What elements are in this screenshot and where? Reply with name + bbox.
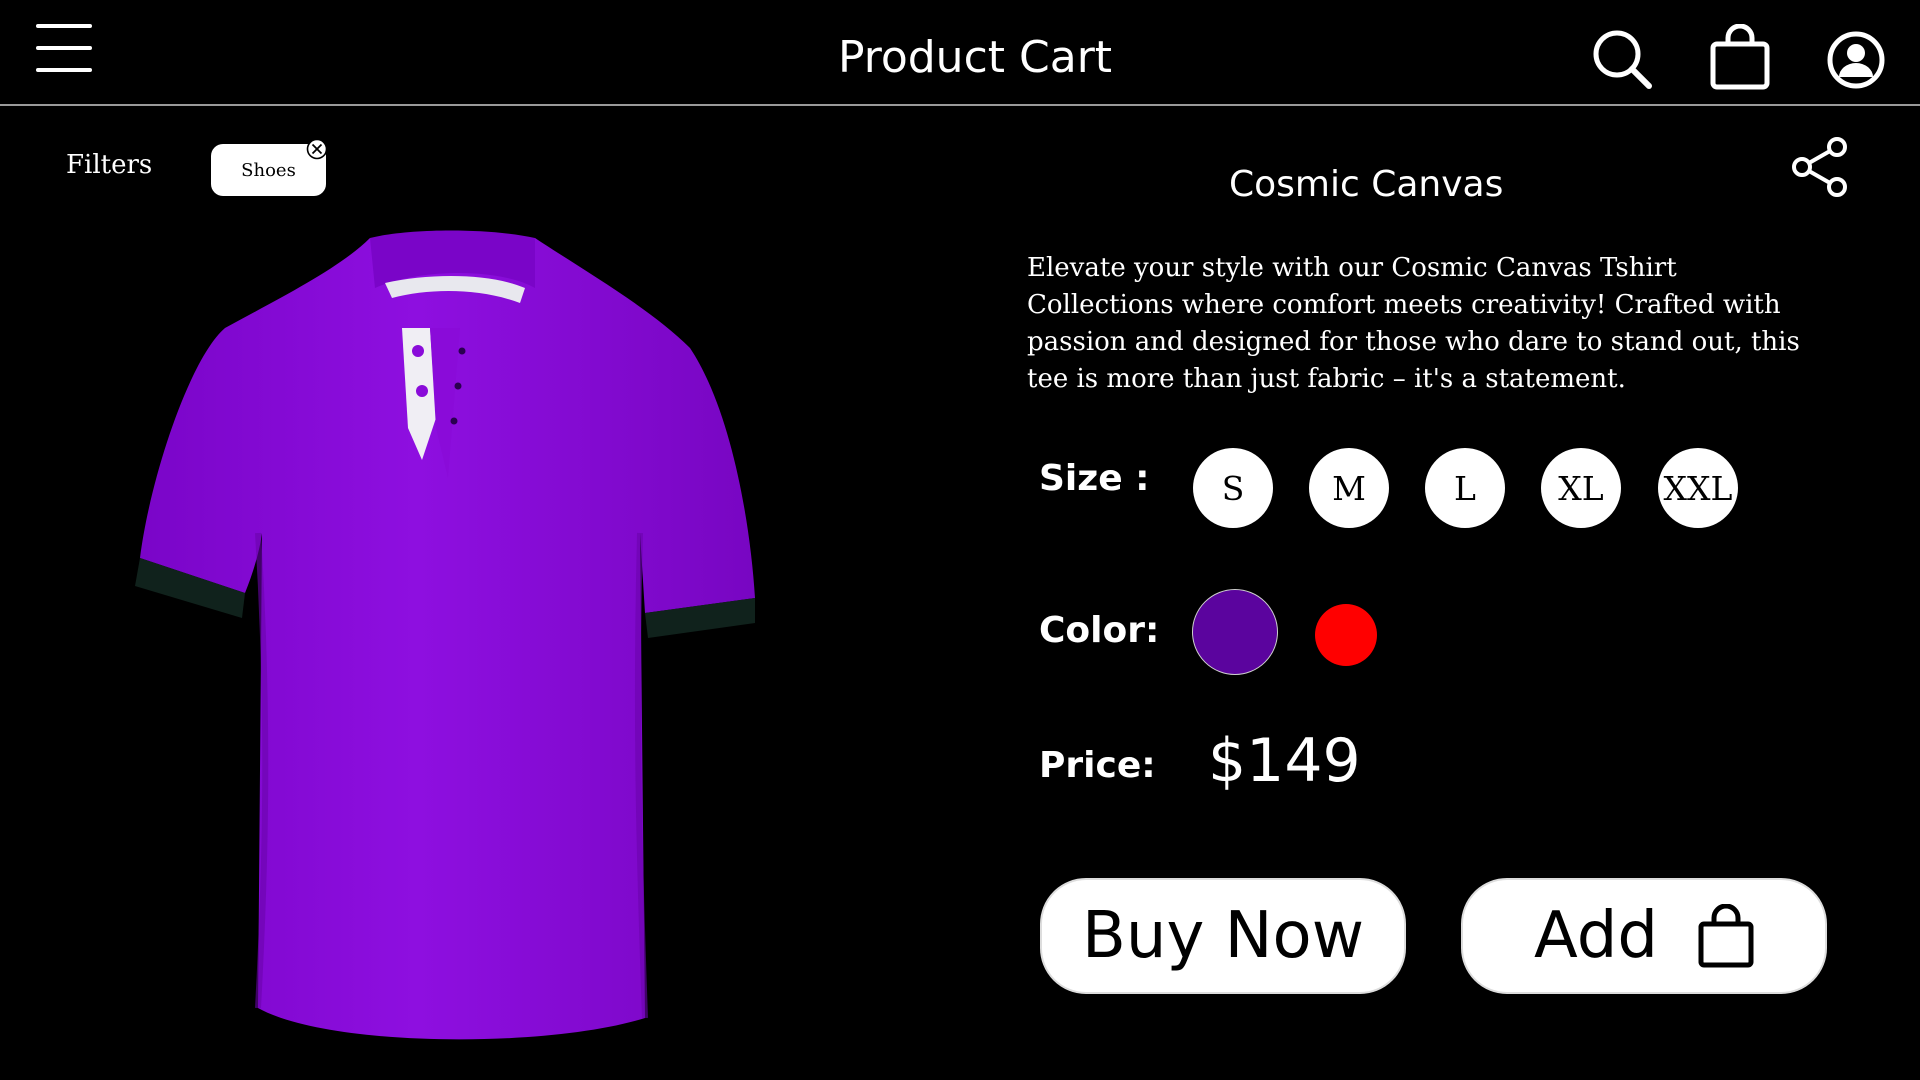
color-swatch-purple[interactable] bbox=[1192, 589, 1278, 675]
top-bar: Product Cart bbox=[0, 0, 1920, 106]
close-circle-icon[interactable] bbox=[306, 138, 328, 160]
buy-now-button[interactable]: Buy Now bbox=[1040, 878, 1406, 994]
user-account-icon[interactable] bbox=[1826, 30, 1886, 90]
shopping-bag-icon[interactable] bbox=[1710, 24, 1770, 90]
shopping-bag-icon bbox=[1698, 904, 1754, 968]
add-to-bag-button[interactable]: Add bbox=[1461, 878, 1827, 994]
size-option-s[interactable]: S bbox=[1193, 448, 1273, 528]
size-option-l[interactable]: L bbox=[1425, 448, 1505, 528]
search-icon[interactable] bbox=[1591, 28, 1653, 90]
color-label: Color: bbox=[1039, 610, 1160, 651]
add-label: Add bbox=[1534, 899, 1658, 973]
product-page: Product Cart Filters Shoes Cosmic Canvas… bbox=[0, 0, 1920, 1080]
color-swatch-red[interactable] bbox=[1315, 604, 1377, 666]
size-option-m[interactable]: M bbox=[1309, 448, 1389, 528]
price-label: Price: bbox=[1039, 745, 1156, 786]
share-icon[interactable] bbox=[1788, 136, 1850, 198]
buy-now-label: Buy Now bbox=[1081, 899, 1365, 973]
filters-label: Filters bbox=[66, 150, 153, 180]
size-option-xl[interactable]: XL bbox=[1541, 448, 1621, 528]
price-value: $149 bbox=[1208, 726, 1361, 796]
product-image bbox=[130, 228, 770, 1048]
product-name: Cosmic Canvas bbox=[1229, 164, 1504, 205]
size-option-xxl[interactable]: XXL bbox=[1658, 448, 1738, 528]
size-label: Size : bbox=[1039, 458, 1150, 499]
product-description: Elevate your style with our Cosmic Canva… bbox=[1027, 253, 1800, 394]
